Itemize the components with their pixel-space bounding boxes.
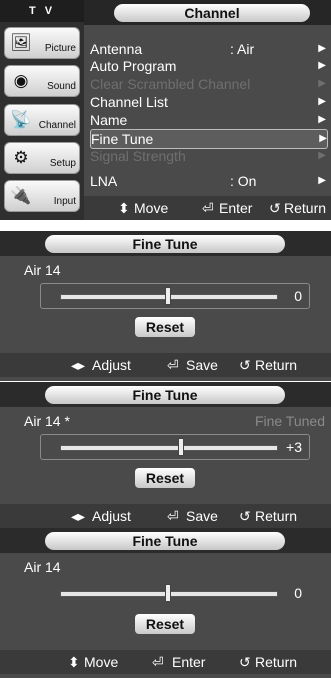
- enter-icon: ⏎: [202, 200, 214, 216]
- fine-tune-value: +3: [286, 439, 302, 455]
- footer-return: Return: [284, 200, 327, 216]
- footer-return: Return: [255, 357, 298, 373]
- panel-footer: ◂▸ Adjust ⏎ Save ↺ Return: [0, 353, 331, 377]
- menu-item-signal-strength: Signal Strength ▶: [90, 147, 326, 165]
- fine-tune-thumb[interactable]: [165, 584, 171, 602]
- channel-menu: T V 🖼 Picture ◉ Sound 📡 Channel ⚙ Setup …: [0, 0, 331, 220]
- arrow-right-icon: ▶: [318, 43, 326, 54]
- menu-item-value: : Air: [230, 41, 255, 57]
- tv-label: T V: [0, 0, 84, 22]
- menu-item-label: Channel List: [90, 94, 168, 110]
- sidebar-item-setup[interactable]: ⚙ Setup: [4, 142, 80, 174]
- fine-tune-panel-1: Fine Tune Air 14 0 Reset ◂▸ Adjust ⏎ Sav…: [0, 231, 331, 381]
- setup-icon: ⚙: [13, 148, 29, 167]
- panel-title: Fine Tune: [45, 386, 285, 404]
- return-icon: ↺: [269, 200, 281, 216]
- fine-tune-thumb[interactable]: [177, 438, 184, 456]
- channel-icon: 📡: [10, 110, 32, 129]
- fine-tune-track[interactable]: [60, 445, 278, 451]
- menu-title-bar: Channel: [84, 0, 331, 25]
- sidebar-item-channel[interactable]: 📡 Channel: [4, 104, 80, 136]
- sidebar-item-label: Sound: [47, 81, 76, 92]
- sidebar-item-label: Picture: [44, 43, 76, 54]
- menu-item-antenna[interactable]: Antenna : Air ▶: [90, 40, 326, 58]
- sidebar-item-sound[interactable]: ◉ Sound: [4, 65, 80, 97]
- footer-enter: Enter: [219, 200, 253, 216]
- move-icon: ⬍: [68, 654, 80, 670]
- panel-title: Fine Tune: [45, 532, 285, 550]
- footer-move: Move: [84, 654, 119, 670]
- sidebar-item-label: Setup: [49, 158, 76, 169]
- menu-item-label: Clear Scrambled Channel: [90, 76, 251, 92]
- footer-return: Return: [255, 654, 298, 670]
- fine-tune-panel-2: Fine Tune Air 14 * Fine Tuned +3 Reset ◂…: [0, 382, 331, 532]
- menu-item-auto-program[interactable]: Auto Program ▶: [90, 57, 326, 75]
- arrow-right-icon: ▶: [318, 96, 326, 107]
- fine-tune-value: 0: [294, 288, 302, 304]
- left-right-icon: ◂▸: [71, 508, 86, 524]
- arrow-right-icon: ▶: [319, 133, 327, 144]
- sidebar-item-input[interactable]: 🔌 Input: [4, 180, 80, 212]
- menu-item-label: Signal Strength: [90, 148, 186, 164]
- menu-item-channel-list[interactable]: Channel List ▶: [90, 93, 326, 111]
- arrow-right-icon: ▶: [318, 114, 326, 125]
- fine-tuned-status: Fine Tuned: [254, 413, 325, 429]
- sidebar-item-label: Channel: [38, 120, 76, 131]
- menu-sidebar: T V 🖼 Picture ◉ Sound 📡 Channel ⚙ Setup …: [0, 0, 84, 220]
- menu-footer: ⬍ Move ⏎ Enter ↺ Return: [84, 196, 331, 220]
- picture-icon: 🖼: [10, 33, 32, 52]
- footer-adjust: Adjust: [92, 508, 131, 524]
- panel-title-bar: Fine Tune: [0, 382, 331, 407]
- menu-item-label: LNA: [90, 173, 118, 189]
- enter-icon: ⏎: [152, 654, 164, 670]
- save-icon: ⏎: [167, 357, 179, 373]
- panel-footer: ◂▸ Adjust ⏎ Save ↺ Return: [0, 504, 331, 528]
- menu-item-value: : On: [230, 173, 257, 189]
- sound-icon: ◉: [13, 71, 29, 90]
- channel-label: Air 14: [24, 262, 61, 278]
- move-icon: ⬍: [118, 200, 130, 216]
- panel-footer: ⬍ Move ⏎ Enter ↺ Return: [0, 650, 331, 674]
- arrow-right-icon: ▶: [318, 175, 326, 186]
- footer-move: Move: [134, 200, 169, 216]
- footer-save: Save: [186, 357, 218, 373]
- menu-title: Channel: [114, 4, 310, 22]
- arrow-right-icon: ▶: [318, 150, 326, 161]
- save-icon: ⏎: [167, 508, 179, 524]
- menu-item-label: Name: [90, 112, 128, 128]
- menu-item-label: Auto Program: [90, 58, 177, 74]
- reset-button[interactable]: Reset: [135, 317, 195, 337]
- footer-return: Return: [255, 508, 298, 524]
- panel-title-bar: Fine Tune: [0, 528, 331, 553]
- arrow-right-icon: ▶: [318, 78, 326, 89]
- reset-button[interactable]: Reset: [135, 614, 195, 634]
- fine-tune-thumb[interactable]: [165, 287, 171, 305]
- return-icon: ↺: [239, 508, 251, 524]
- menu-item-lna[interactable]: LNA : On ▶: [90, 172, 326, 190]
- menu-item-label: Fine Tune: [91, 131, 154, 147]
- reset-button[interactable]: Reset: [135, 468, 195, 488]
- channel-label: Air 14 *: [24, 413, 70, 429]
- menu-item-fine-tune[interactable]: Fine Tune ▶: [90, 129, 328, 149]
- arrow-right-icon: ▶: [318, 60, 326, 71]
- footer-adjust: Adjust: [92, 357, 131, 373]
- menu-item-name[interactable]: Name ▶: [90, 111, 326, 129]
- menu-item-clear-scrambled: Clear Scrambled Channel ▶: [90, 75, 326, 93]
- left-right-icon: ◂▸: [71, 357, 86, 373]
- footer-save: Save: [186, 508, 218, 524]
- fine-tune-value: 0: [294, 585, 302, 601]
- sidebar-item-label: Input: [53, 196, 76, 207]
- footer-enter: Enter: [172, 654, 206, 670]
- return-icon: ↺: [239, 357, 251, 373]
- panel-title: Fine Tune: [45, 235, 285, 253]
- menu-item-label: Antenna: [90, 41, 143, 57]
- fine-tune-panel-3: Fine Tune Air 14 0 Reset ⬍ Move ⏎ Enter …: [0, 528, 331, 678]
- panel-title-bar: Fine Tune: [0, 231, 331, 256]
- sidebar-item-picture[interactable]: 🖼 Picture: [4, 27, 80, 59]
- channel-label: Air 14: [24, 559, 61, 575]
- input-icon: 🔌: [10, 186, 32, 205]
- return-icon: ↺: [239, 654, 251, 670]
